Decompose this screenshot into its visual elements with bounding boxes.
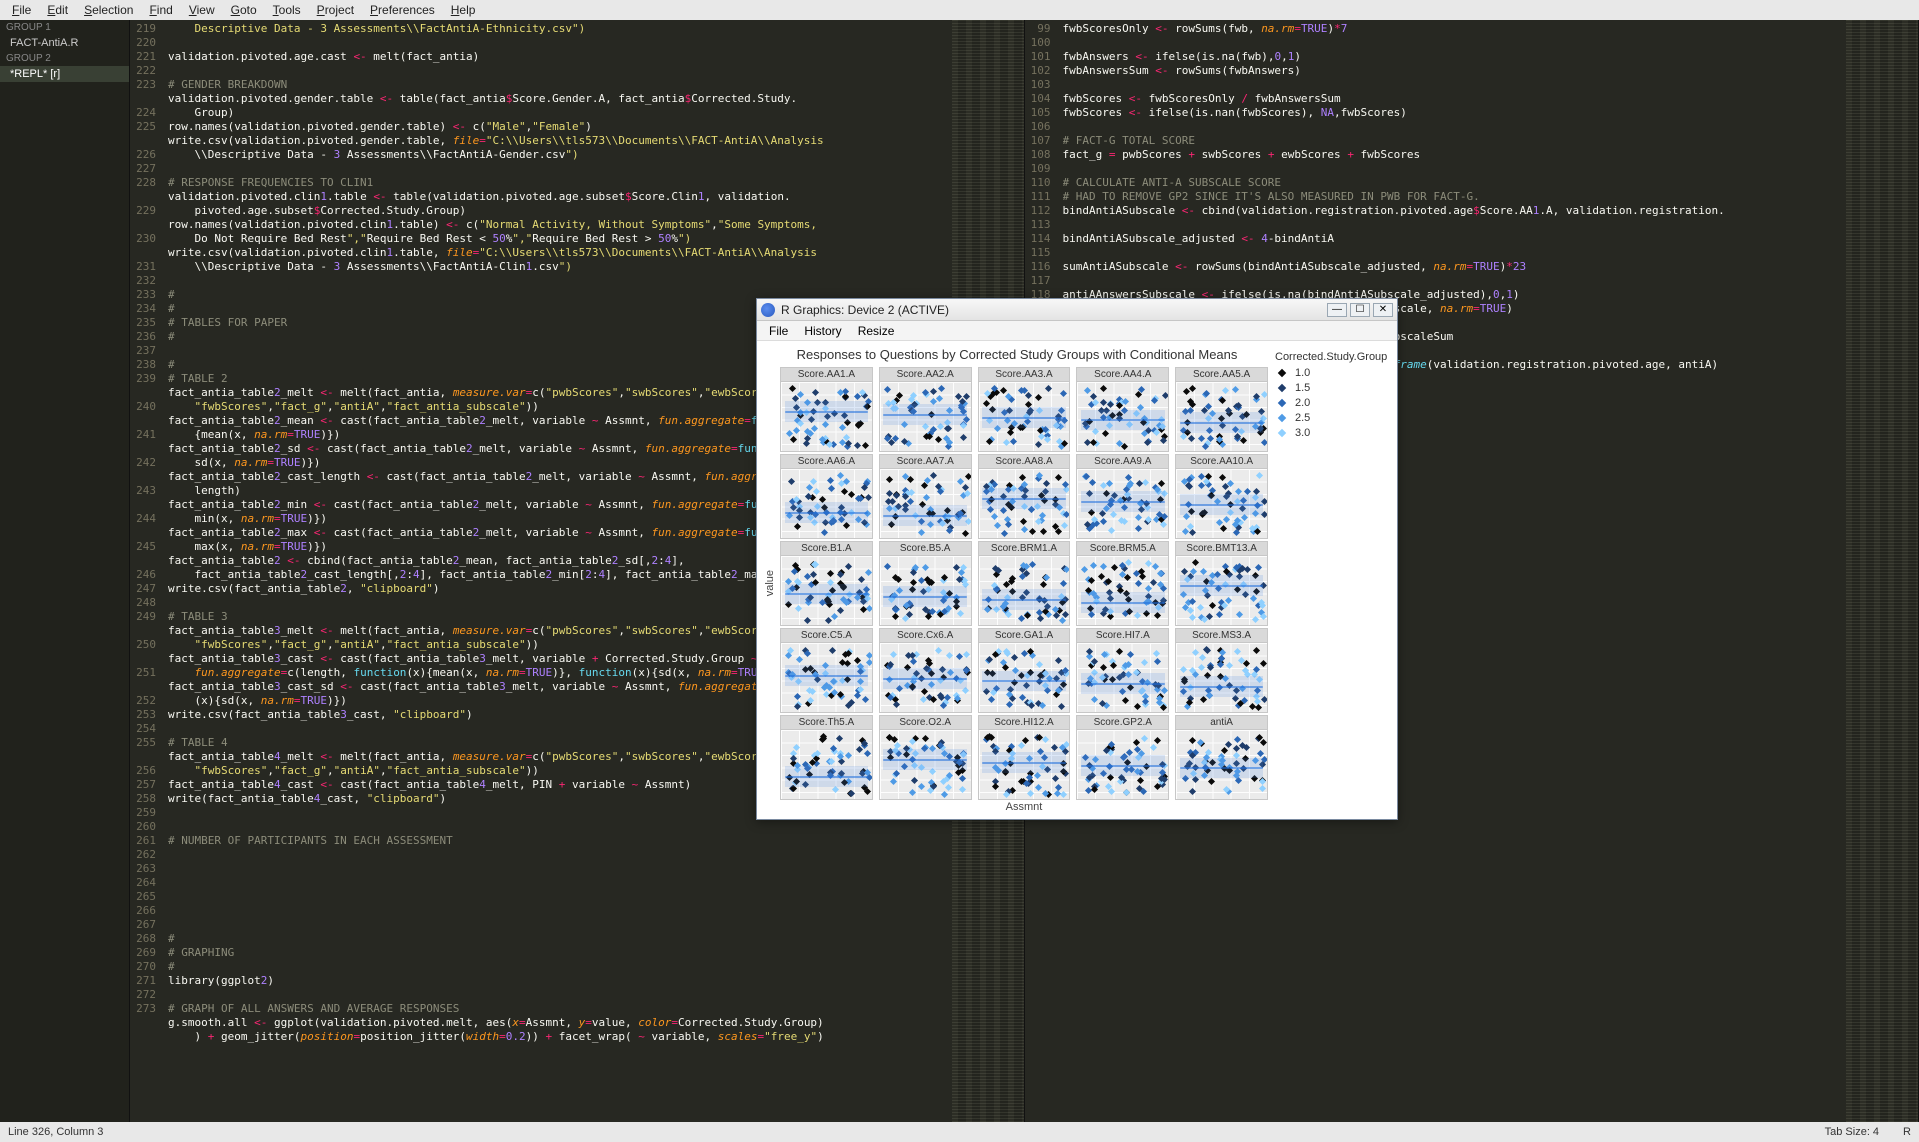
facet-label: Score.Th5.A: [780, 715, 873, 730]
legend-title: Corrected.Study.Group: [1275, 351, 1387, 363]
facet-label: Score.AA2.A: [879, 367, 972, 382]
facet-label: Score.BRM5.A: [1076, 541, 1169, 556]
r-graphics-window[interactable]: R Graphics: Device 2 (ACTIVE) — ☐ ✕ File…: [756, 298, 1398, 820]
facet-label: Score.C5.A: [780, 628, 873, 643]
facet-panel: Score.GP2.A1.01.52.02.53.0: [1073, 714, 1172, 801]
facet-label: Score.AA10.A: [1175, 454, 1268, 469]
facet-panel: Score.AA3.A: [975, 366, 1074, 453]
facet-panel: Score.Th5.A4 -3 -2 -1 -0 -1.01.52.02.53.…: [777, 714, 876, 801]
facet-label: Score.AA4.A: [1076, 367, 1169, 382]
menu-view[interactable]: View: [181, 1, 223, 19]
facet-label: Score.AA8.A: [978, 454, 1071, 469]
facet-panel: Score.MS3.A: [1172, 627, 1271, 714]
maximize-button[interactable]: ☐: [1350, 303, 1370, 317]
window-title: R Graphics: Device 2 (ACTIVE): [781, 303, 1324, 317]
facet-panel: Score.AA5.A: [1172, 366, 1271, 453]
menu-bar[interactable]: FileEditSelectionFindViewGotoToolsProjec…: [0, 0, 1919, 20]
facet-label: Score.B5.A: [879, 541, 972, 556]
menu-selection[interactable]: Selection: [76, 1, 141, 19]
facet-label: Score.B1.A: [780, 541, 873, 556]
facet-panel: antiA1.01.52.02.53.0: [1172, 714, 1271, 801]
plot-menu-resize[interactable]: Resize: [850, 322, 903, 340]
facet-panel: Score.AA1.A4 -3 -2 -1 -0 -: [777, 366, 876, 453]
legend-item: 3.0: [1275, 427, 1387, 439]
facet-panel: Score.HI7.A: [1073, 627, 1172, 714]
facet-panel: Score.C5.A4 -3 -2 -1 -0 -: [777, 627, 876, 714]
legend-item: 2.5: [1275, 412, 1387, 424]
facet-panel: Score.O2.A1.01.52.02.53.0: [876, 714, 975, 801]
facet-label: Score.AA1.A: [780, 367, 873, 382]
facet-panel: Score.B1.A4 -3 -2 -1 -0 -: [777, 540, 876, 627]
syntax-language[interactable]: R: [1903, 1126, 1911, 1138]
legend-item: 1.0: [1275, 367, 1387, 379]
facet-label: Score.AA5.A: [1175, 367, 1268, 382]
facet-label: Score.GP2.A: [1076, 715, 1169, 730]
facet-panel: Score.AA7.A: [876, 453, 975, 540]
menu-file[interactable]: File: [4, 1, 39, 19]
facet-label: Score.AA9.A: [1076, 454, 1169, 469]
facet-panel: Score.AA6.A4 -3 -2 -1 -0 -: [777, 453, 876, 540]
cursor-position[interactable]: Line 326, Column 3: [8, 1126, 103, 1138]
facet-panel: Score.BMT13.A: [1172, 540, 1271, 627]
facet-label: Score.BRM1.A: [978, 541, 1071, 556]
facet-label: Score.AA6.A: [780, 454, 873, 469]
sidebar-file[interactable]: FACT-AntiA.R: [0, 35, 129, 51]
tab-size[interactable]: Tab Size: 4: [1825, 1126, 1879, 1138]
facet-panel: Score.GA1.A: [975, 627, 1074, 714]
plot-titlebar[interactable]: R Graphics: Device 2 (ACTIVE) — ☐ ✕: [757, 299, 1397, 321]
status-bar[interactable]: Line 326, Column 3 Tab Size: 4 R: [0, 1122, 1919, 1142]
legend-item: 1.5: [1275, 382, 1387, 394]
close-button[interactable]: ✕: [1373, 303, 1393, 317]
legend: Corrected.Study.Group 1.0 1.5 2.0 2.5 3.0: [1271, 345, 1391, 817]
menu-find[interactable]: Find: [141, 1, 180, 19]
facet-panel: Score.HI12.A1.01.52.02.53.0: [975, 714, 1074, 801]
facet-panel: Score.B5.A: [876, 540, 975, 627]
menu-goto[interactable]: Goto: [223, 1, 265, 19]
sidebar-group: GROUP 1: [0, 20, 129, 35]
facet-panel: Score.AA4.A: [1073, 366, 1172, 453]
menu-preferences[interactable]: Preferences: [362, 1, 443, 19]
line-gutter: 219 220 221 222 223 224 225 226 227 228 …: [130, 20, 168, 1122]
open-files-sidebar[interactable]: GROUP 1FACT-AntiA.RGROUP 2*REPL* [r]: [0, 20, 130, 1122]
plot-menu-history[interactable]: History: [796, 322, 849, 340]
facet-label: Score.HI7.A: [1076, 628, 1169, 643]
facet-label: Score.MS3.A: [1175, 628, 1268, 643]
facet-panel: Score.AA9.A: [1073, 453, 1172, 540]
menu-tools[interactable]: Tools: [265, 1, 309, 19]
facet-panel: Score.BRM5.A: [1073, 540, 1172, 627]
sidebar-group: GROUP 2: [0, 51, 129, 66]
menu-help[interactable]: Help: [443, 1, 484, 19]
facet-label: Score.AA3.A: [978, 367, 1071, 382]
facet-panel: Score.BRM1.A: [975, 540, 1074, 627]
facet-panel: Score.Cx6.A: [876, 627, 975, 714]
plot-menu[interactable]: FileHistoryResize: [757, 321, 1397, 341]
facet-label: Score.Cx6.A: [879, 628, 972, 643]
plot-menu-file[interactable]: File: [761, 322, 796, 340]
plot-main-title: Responses to Questions by Corrected Stud…: [763, 345, 1271, 366]
legend-item: 2.0: [1275, 397, 1387, 409]
facet-panel: Score.AA10.A: [1172, 453, 1271, 540]
facet-panel: Score.AA8.A: [975, 453, 1074, 540]
facet-label: antiA: [1175, 715, 1268, 730]
sidebar-file[interactable]: *REPL* [r]: [0, 66, 129, 82]
minimap[interactable]: [1846, 20, 1918, 1122]
r-icon: [761, 303, 775, 317]
facet-label: Score.HI12.A: [978, 715, 1071, 730]
x-axis-label: Assmnt: [777, 801, 1271, 817]
facet-label: Score.AA7.A: [879, 454, 972, 469]
y-axis-label: value: [764, 570, 776, 596]
facet-label: Score.GA1.A: [978, 628, 1071, 643]
menu-project[interactable]: Project: [309, 1, 362, 19]
minimize-button[interactable]: —: [1327, 303, 1347, 317]
facet-panel: Score.AA2.A: [876, 366, 975, 453]
facet-label: Score.O2.A: [879, 715, 972, 730]
menu-edit[interactable]: Edit: [39, 1, 76, 19]
facet-label: Score.BMT13.A: [1175, 541, 1268, 556]
